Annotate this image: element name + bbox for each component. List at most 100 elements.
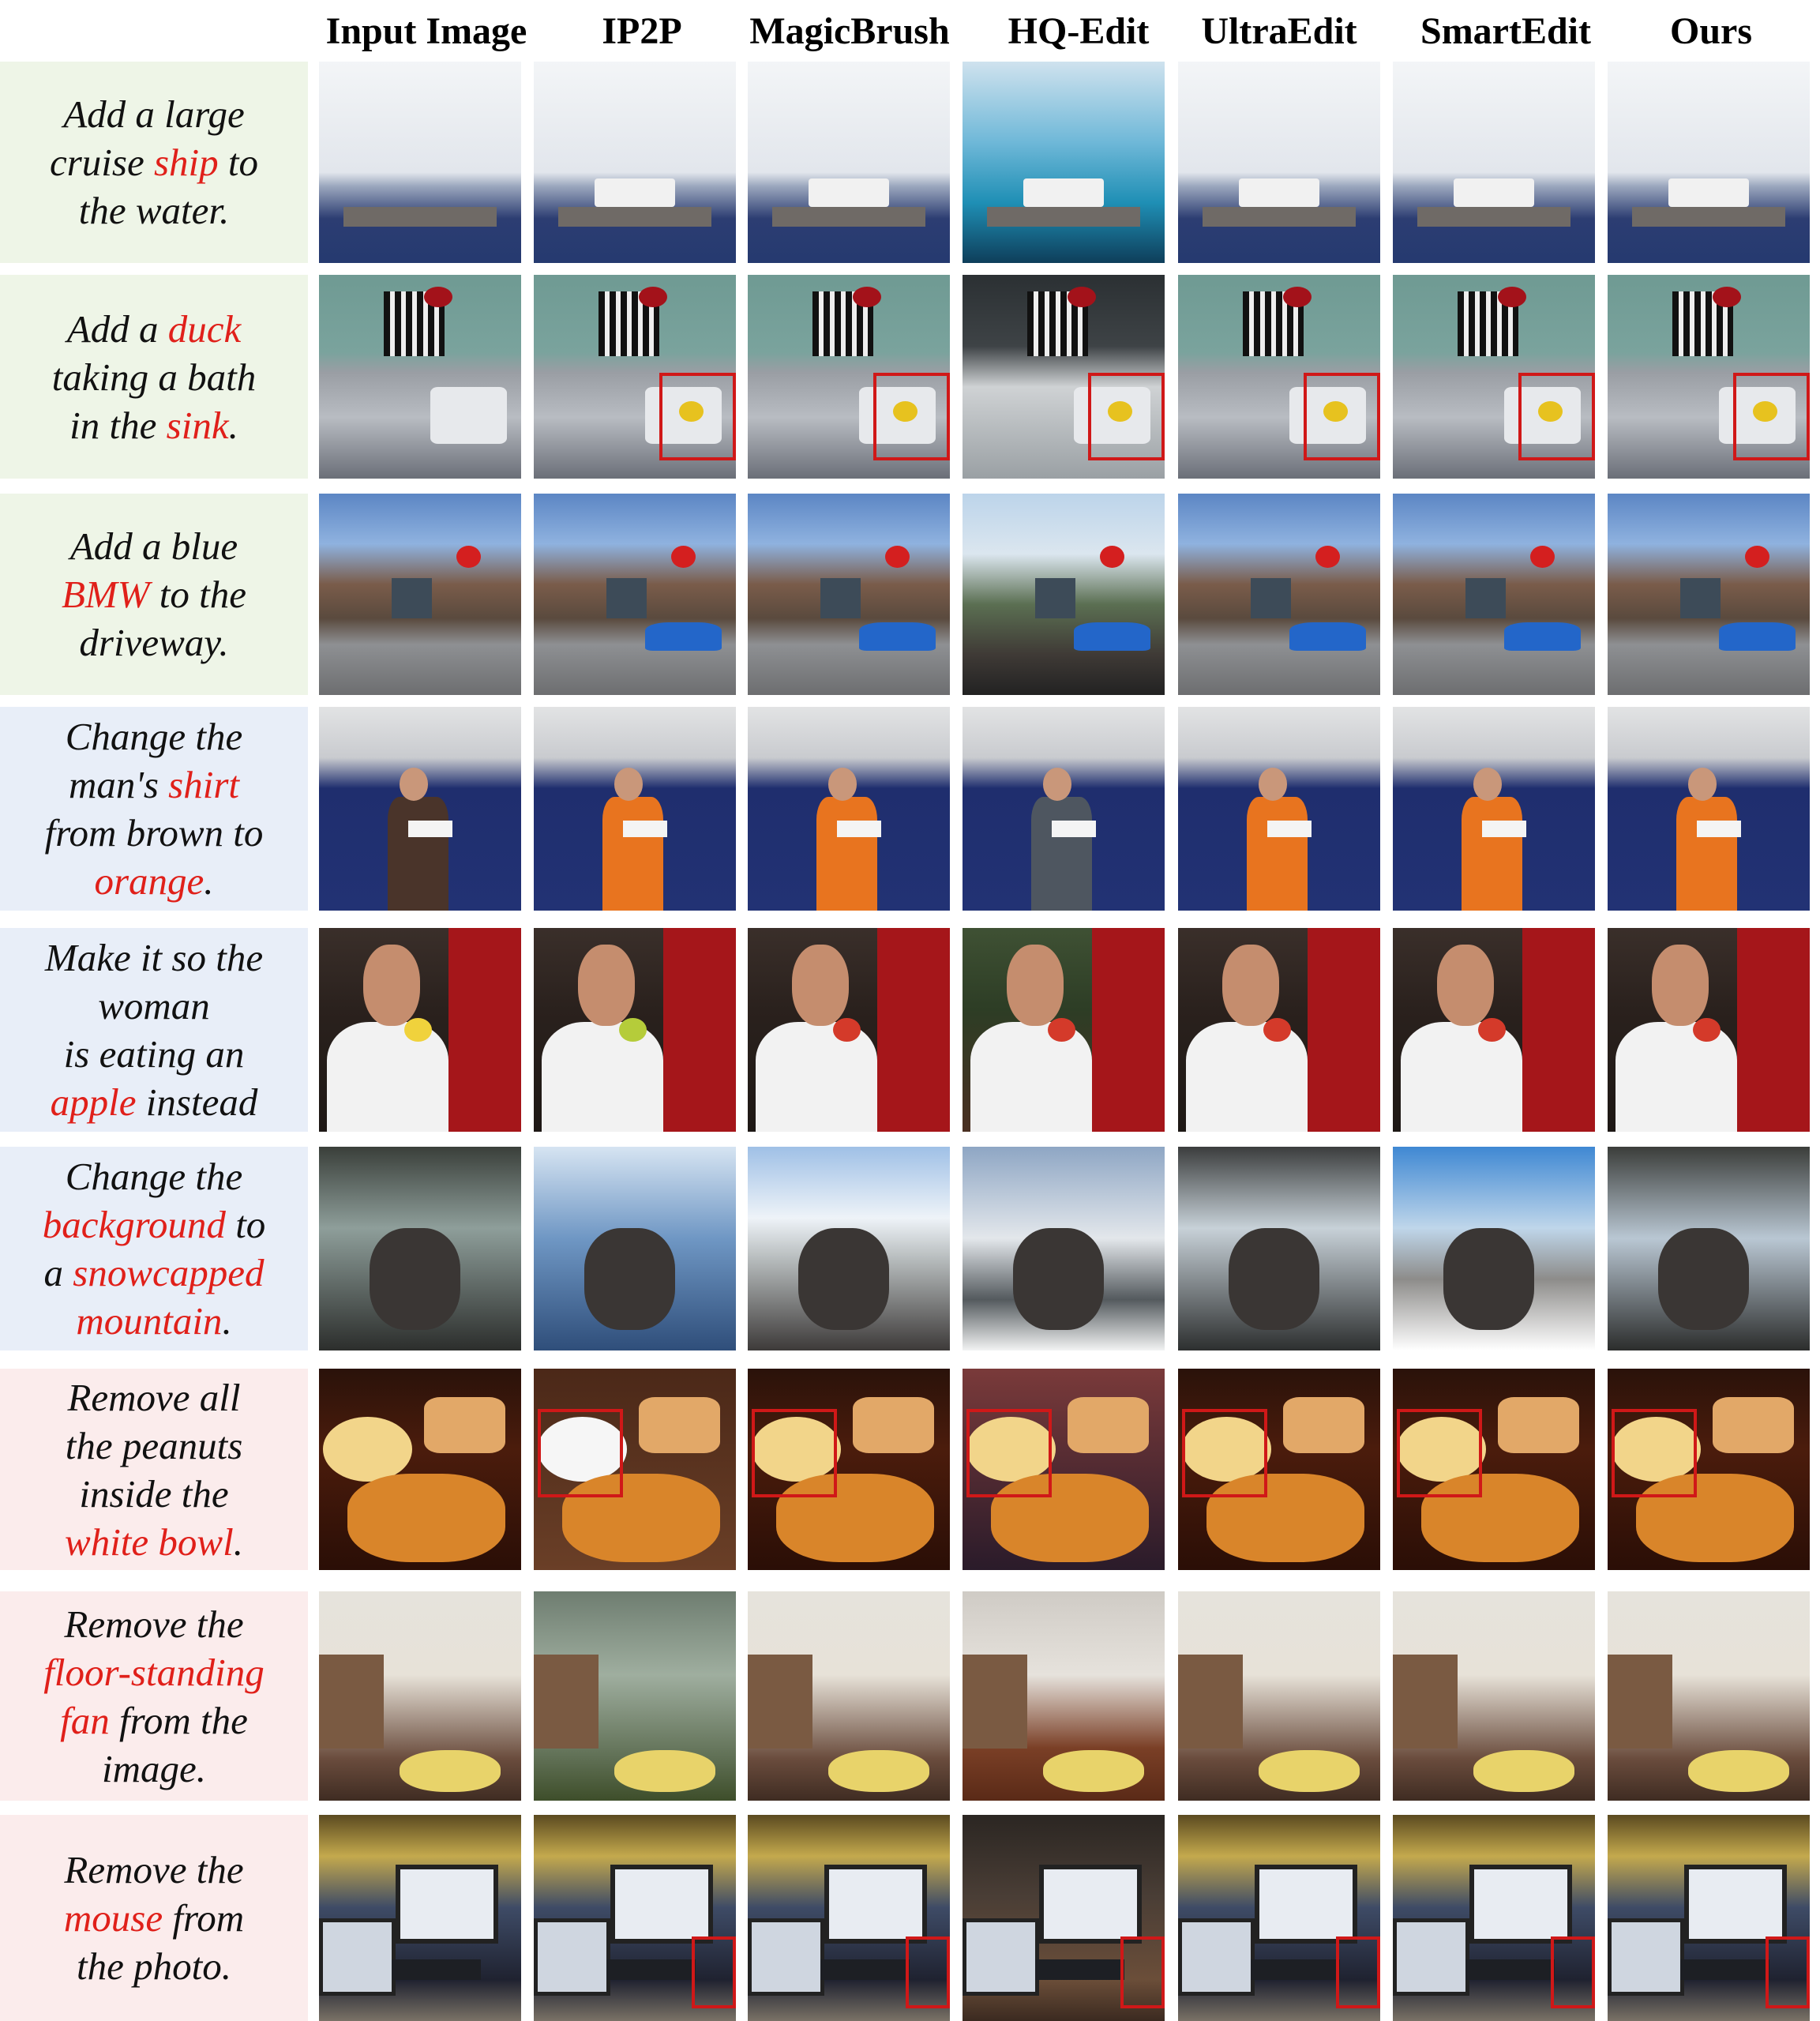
highlight-box xyxy=(752,1409,837,1498)
highlight-box xyxy=(872,372,950,460)
photo xyxy=(1393,1147,1595,1350)
instruction-text: to xyxy=(225,1203,266,1246)
result-image-input-image xyxy=(319,1591,521,1801)
result-image-ip2p xyxy=(534,62,736,263)
instruction-line: image. xyxy=(20,1745,288,1793)
image-region xyxy=(542,1021,663,1132)
image-region xyxy=(594,178,676,207)
photo xyxy=(319,928,521,1132)
prompt-panel-row-5: Make it so the woman is eating an apple ins… xyxy=(0,928,308,1132)
highlight-box xyxy=(1612,1409,1697,1498)
result-image-ultraedit xyxy=(1178,62,1380,263)
instruction-text: instead xyxy=(136,1080,258,1124)
image-region xyxy=(639,1396,720,1454)
image-region xyxy=(1031,796,1092,911)
instruction-keyword: sink xyxy=(166,403,229,447)
result-image-hq-edit xyxy=(963,1147,1165,1350)
image-region xyxy=(1465,578,1507,619)
image-region xyxy=(792,944,849,1026)
result-image-hq-edit xyxy=(963,275,1165,479)
image-region xyxy=(319,1918,396,1997)
instruction-line: the photo. xyxy=(20,1942,288,1990)
image-region xyxy=(584,1228,676,1331)
instruction-line: a snowcapped xyxy=(20,1249,288,1297)
instruction-line: Add a large xyxy=(20,90,288,138)
photo xyxy=(1608,707,1810,911)
instruction-line: in the sink. xyxy=(20,401,288,449)
image-region xyxy=(1736,928,1810,1132)
image-region xyxy=(828,768,857,801)
instruction-text: to xyxy=(218,141,259,184)
instruction-keyword: apple xyxy=(50,1080,137,1124)
image-region xyxy=(610,1864,714,1944)
instruction-line: man's shirt xyxy=(20,761,288,809)
photo xyxy=(748,1147,950,1350)
image-region xyxy=(1498,1396,1579,1454)
photo xyxy=(1608,1591,1810,1801)
result-image-ours xyxy=(1608,1369,1810,1570)
result-image-ip2p xyxy=(534,494,736,695)
image-region xyxy=(392,1959,481,1980)
instruction-text: man's xyxy=(68,763,169,806)
instruction-text: inside the xyxy=(79,1471,229,1516)
highlight-box xyxy=(691,1936,736,2009)
instruction-text: the peanuts xyxy=(65,1423,243,1467)
photo xyxy=(534,494,736,695)
photo xyxy=(748,494,950,695)
result-image-hq-edit xyxy=(963,62,1165,263)
instruction-line: floor-standing xyxy=(20,1648,288,1696)
instruction-line: Remove all xyxy=(20,1373,288,1422)
instruction-line: background to xyxy=(20,1200,288,1249)
image-region xyxy=(1255,1864,1358,1944)
photo xyxy=(963,1147,1165,1350)
image-region xyxy=(1530,546,1555,569)
photo xyxy=(534,707,736,911)
instruction-keyword: white bowl xyxy=(65,1520,234,1564)
result-image-magicbrush xyxy=(748,275,950,479)
result-image-hq-edit xyxy=(963,1369,1165,1570)
photo xyxy=(1178,928,1380,1132)
highlight-box xyxy=(538,1409,623,1498)
edit-instruction: Change the background to a snowcapped mount… xyxy=(20,1152,288,1345)
instruction-line: white bowl. xyxy=(20,1518,288,1566)
result-image-hq-edit xyxy=(963,494,1165,695)
image-region xyxy=(1473,768,1503,801)
instruction-text: . xyxy=(204,859,214,903)
image-region xyxy=(1251,578,1292,619)
image-region xyxy=(1503,622,1582,651)
image-region xyxy=(1051,821,1096,838)
result-image-ultraedit xyxy=(1178,494,1380,695)
instruction-keyword: snowcapped xyxy=(73,1251,265,1294)
instruction-text: driveway. xyxy=(79,621,229,664)
image-region xyxy=(396,1864,499,1944)
image-region xyxy=(1713,287,1741,308)
image-region xyxy=(820,1959,910,1980)
instruction-text: Remove the xyxy=(64,1602,244,1646)
image-region xyxy=(1680,578,1721,619)
prompt-panel-row-8: Remove the floor-standing fan from the imag… xyxy=(0,1591,308,1801)
result-image-smartedit xyxy=(1393,62,1595,263)
image-region xyxy=(1023,178,1105,207)
image-region xyxy=(1668,178,1750,207)
instruction-line: Change the xyxy=(20,1152,288,1200)
image-region xyxy=(343,206,497,227)
image-region xyxy=(1091,928,1165,1132)
image-region xyxy=(614,1750,716,1793)
instruction-line: Add a blue xyxy=(20,522,288,570)
result-image-ours xyxy=(1608,275,1810,479)
image-region xyxy=(748,1654,812,1749)
photo xyxy=(1178,62,1380,263)
result-image-smartedit xyxy=(1393,1147,1595,1350)
image-region xyxy=(1100,546,1124,569)
instruction-line: the water. xyxy=(20,186,288,235)
instruction-text: Change the xyxy=(65,1155,243,1198)
image-region xyxy=(1073,622,1151,651)
image-region xyxy=(662,928,736,1132)
instruction-line: inside the xyxy=(20,1470,288,1518)
edit-instruction: Remove the mouse from the photo. xyxy=(20,1846,288,1990)
instruction-text: taking a bath xyxy=(51,355,257,399)
result-image-ip2p xyxy=(534,928,736,1132)
result-image-magicbrush xyxy=(748,1815,950,2021)
result-image-smartedit xyxy=(1393,1815,1595,2021)
image-region xyxy=(1680,1959,1769,1980)
